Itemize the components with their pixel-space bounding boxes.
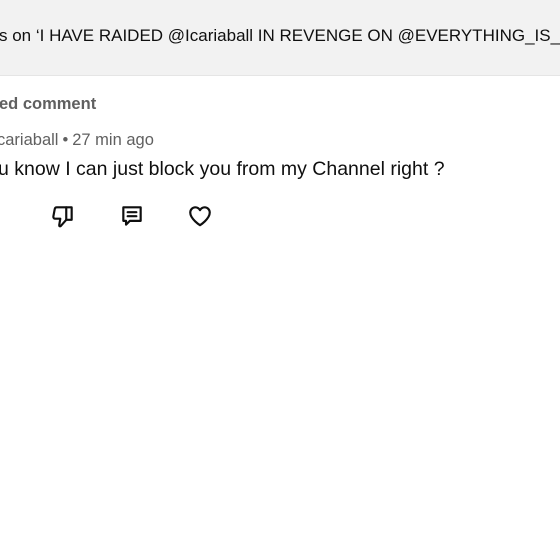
- highlighted-comment-label: ed comment: [0, 95, 97, 113]
- dislike-button[interactable]: [47, 200, 79, 232]
- page: s on ‘I HAVE RAIDED @Icariaball IN REVEN…: [0, 0, 560, 560]
- heart-icon: [189, 206, 211, 227]
- meta-separator: •: [62, 131, 69, 149]
- video-title: s on ‘I HAVE RAIDED @Icariaball IN REVEN…: [0, 26, 560, 45]
- video-title-bar[interactable]: s on ‘I HAVE RAIDED @Icariaball IN REVEN…: [0, 0, 560, 76]
- comment-meta: cariaball • 27 min ago: [0, 131, 154, 150]
- comment-author[interactable]: cariaball: [0, 131, 58, 149]
- reply-button[interactable]: [116, 200, 148, 232]
- comment-actions: [0, 200, 560, 232]
- thumbs-down-icon: [52, 206, 73, 228]
- comment-text: u know I can just block you from my Chan…: [0, 158, 445, 180]
- like-heart-button[interactable]: [184, 200, 216, 232]
- comment-timestamp: 27 min ago: [72, 131, 154, 149]
- reply-icon: [122, 206, 142, 226]
